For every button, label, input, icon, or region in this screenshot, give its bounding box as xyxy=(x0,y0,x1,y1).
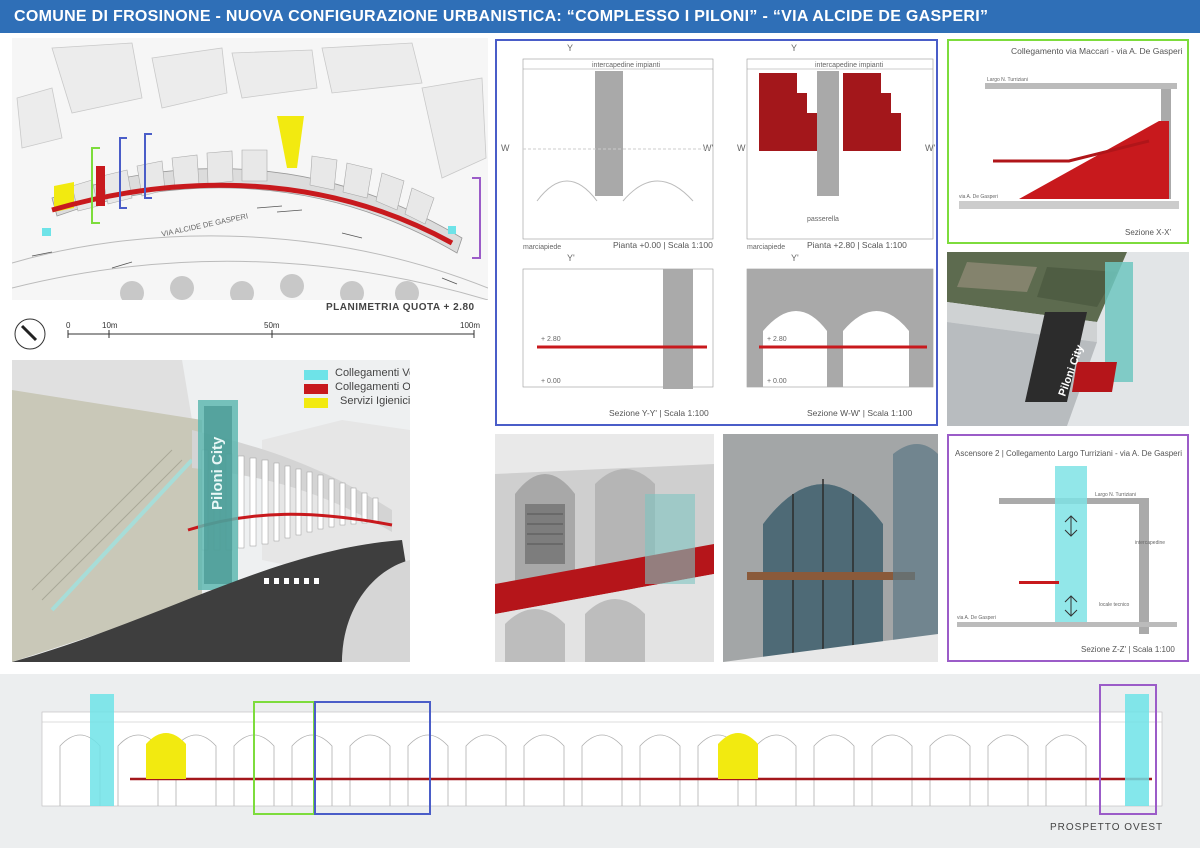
plan1-axis-w2: W' xyxy=(703,143,713,153)
corner-render-drawing: Piloni City xyxy=(947,252,1189,426)
section-x-panel: Collegamento via Maccari - via A. De Gas… xyxy=(947,39,1189,244)
plan2-bridge-label: passerella xyxy=(807,216,839,223)
plan2-axis-y: Y xyxy=(791,43,797,53)
plan2-axis-w: W xyxy=(737,143,746,153)
plan1-top-label: intercapedine impianti xyxy=(592,62,661,69)
section-x-bottom-label: via A. De Gasperi xyxy=(959,194,998,200)
main-render-panel: Piloni City Collegamenti Verticali Colle… xyxy=(12,360,410,662)
section-z-caption: Sezione Z-Z' | Scala 1:100 xyxy=(1081,645,1175,654)
section-x-caption: Sezione X-X' xyxy=(1125,228,1171,237)
plan1-caption: Pianta +0.00 | Scala 1:100 xyxy=(613,240,713,250)
section1-level-high: + 2.80 xyxy=(541,336,561,343)
plan1-axis-y2: Y' xyxy=(567,253,575,263)
scale-tick-0: 0 xyxy=(66,321,71,330)
scale-bar: 0 10m 50m 100m xyxy=(14,318,480,350)
site-plan-drawing: VIA ALCIDE DE GASPERI xyxy=(12,38,488,300)
scale-tick-10: 10m xyxy=(102,321,118,330)
plan1-axis-w: W xyxy=(501,143,510,153)
plan2-walk-label: marciapiede xyxy=(747,244,785,251)
section-z-drawing: Ascensore 2 | Collegamento Largo Turrizi… xyxy=(955,449,1182,654)
interior-render-drawing xyxy=(495,434,714,662)
plan2-caption: Pianta +2.80 | Scala 1:100 xyxy=(807,240,907,250)
elevation-caption: PROSPETTO OVEST xyxy=(1050,822,1164,833)
section-x-drawing: Collegamento via Maccari - via A. De Gas… xyxy=(959,46,1183,237)
interior-render-panel xyxy=(495,434,714,662)
page-title: COMUNE DI FROSINONE - NUOVA CONFIGURAZIO… xyxy=(0,0,1200,33)
scale-tick-100: 100m xyxy=(460,321,480,330)
section-z-top-label: Largo N. Turriziani xyxy=(1095,492,1136,498)
plan2-top-label: intercapedine impianti xyxy=(815,62,884,69)
plans-sections-panel: intercapedine impianti Y Y' W W' marciap… xyxy=(495,39,938,426)
section-z-panel: Ascensore 2 | Collegamento Largo Turrizi… xyxy=(947,434,1189,662)
section2-level-low: + 0.00 xyxy=(767,378,787,385)
section1-caption: Sezione Y-Y' | Scala 1:100 xyxy=(609,408,709,418)
section-z-right-label: locale tecnico xyxy=(1099,602,1130,608)
plans-sections-drawing: intercapedine impianti Y Y' W W' marciap… xyxy=(501,43,935,418)
section-z-bottom-label: via A. De Gasperi xyxy=(957,615,996,621)
section1-level-low: + 0.00 xyxy=(541,378,561,385)
arch-render-panel xyxy=(723,434,938,662)
section2-level-high: + 2.80 xyxy=(767,336,787,343)
site-plan-caption: PLANIMETRIA QUOTA + 2.80 xyxy=(326,302,475,313)
section2-caption: Sezione W-W' | Scala 1:100 xyxy=(807,408,913,418)
section-z-title: Ascensore 2 | Collegamento Largo Turrizi… xyxy=(955,449,1182,458)
tower-sign: Piloni City xyxy=(209,436,226,510)
elevation-panel: PROSPETTO OVEST xyxy=(0,674,1200,848)
section-x-title: Collegamento via Maccari - via A. De Gas… xyxy=(1011,46,1183,56)
elevation-drawing xyxy=(0,674,1200,848)
arch-render-drawing xyxy=(723,434,938,662)
plan1-axis-y: Y xyxy=(567,43,573,53)
corner-render-panel: Piloni City xyxy=(947,252,1189,426)
plan1-walk-label: marciapiede xyxy=(523,244,561,251)
scale-tick-50: 50m xyxy=(264,321,280,330)
plan2-axis-w2: W' xyxy=(925,143,935,153)
plan2-axis-y2: Y' xyxy=(791,253,799,263)
site-plan-panel: VIA ALCIDE DE GASPERI xyxy=(12,38,488,300)
section-z-mid-label: intercapedine xyxy=(1135,540,1165,546)
section-x-top-label: Largo N. Turriziani xyxy=(987,77,1028,83)
